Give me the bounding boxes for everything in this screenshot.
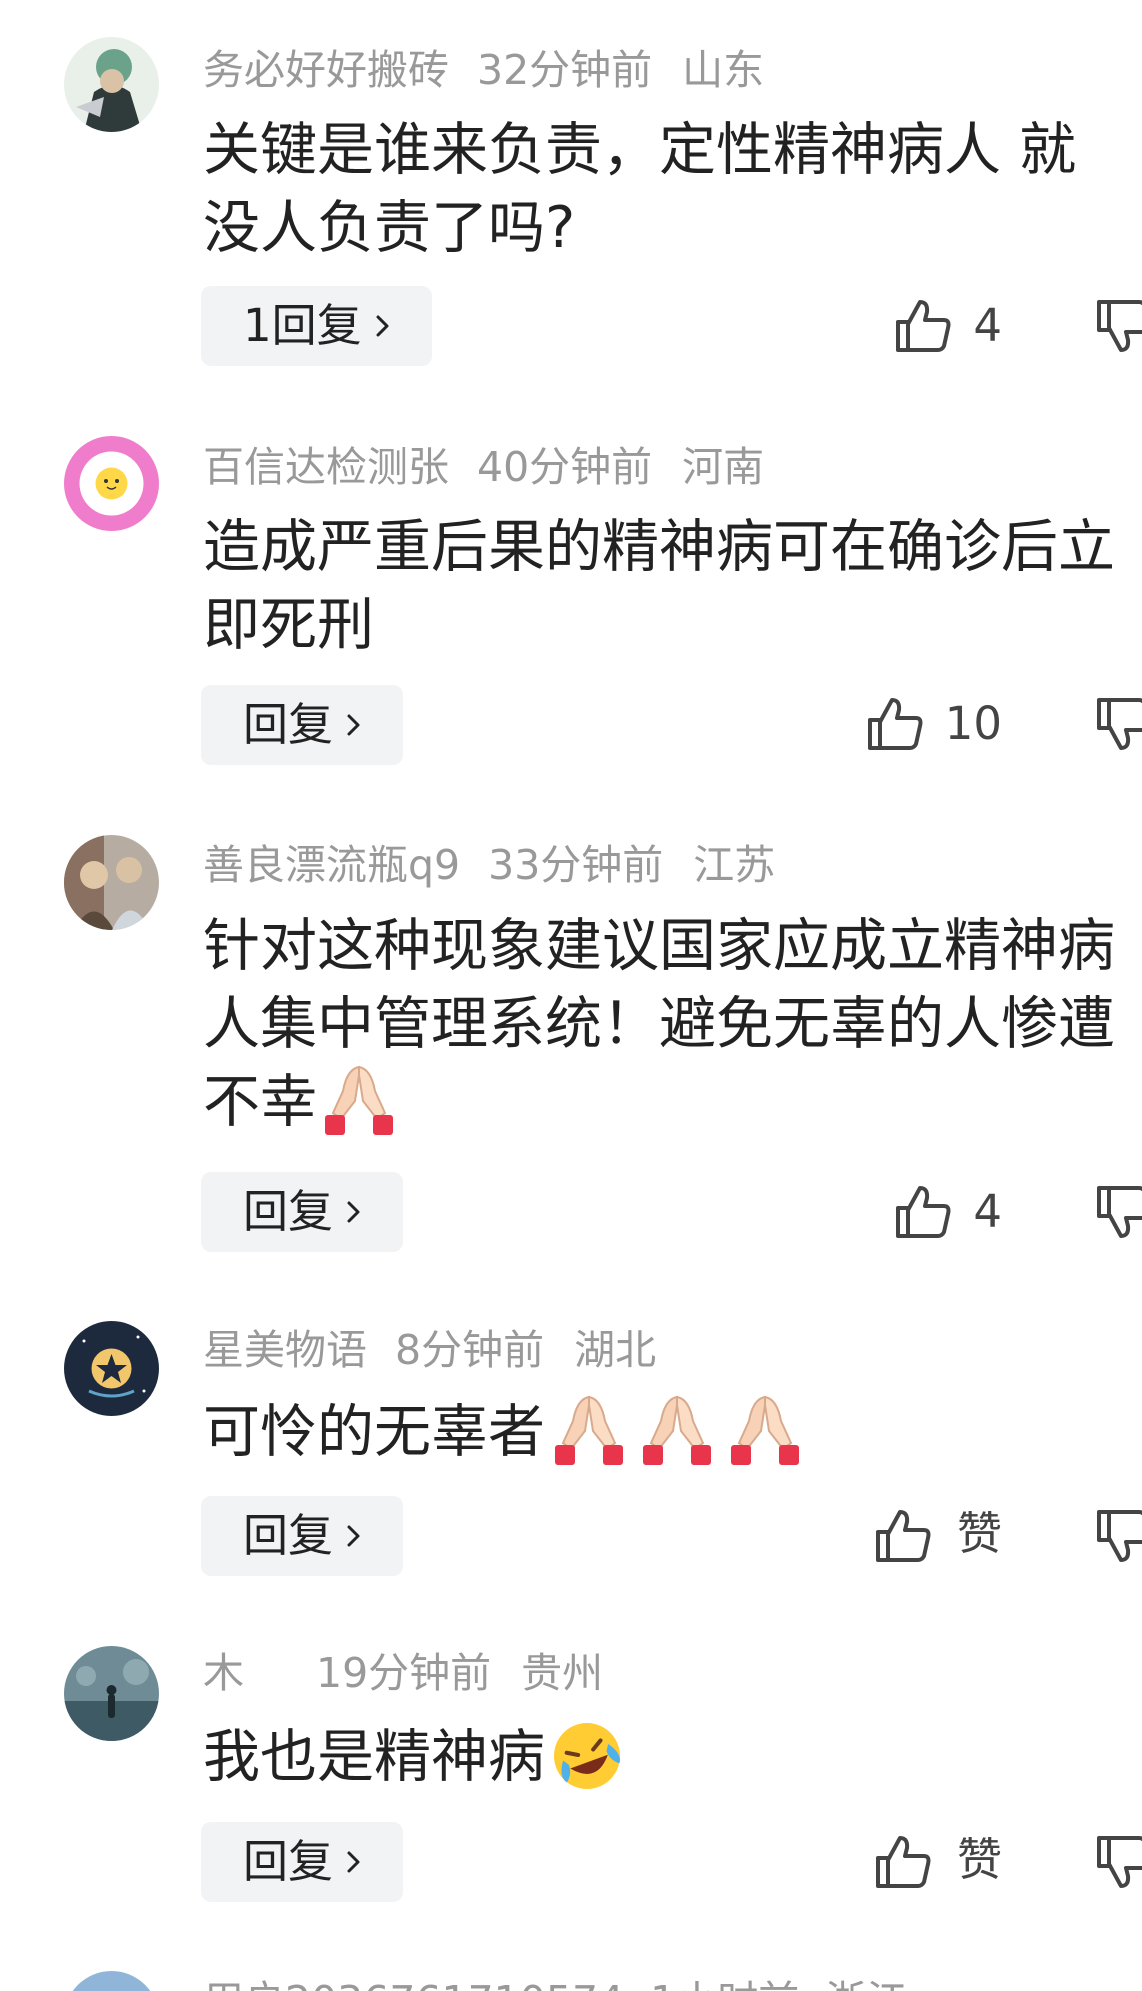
- reply-label: 回复: [243, 1185, 334, 1238]
- comment-text: 关键是谁来负责，定性精神病人 就 没人负责了吗?: [203, 111, 1142, 267]
- thumbs-down-icon[interactable]: [1095, 1508, 1142, 1566]
- timestamp: 8分钟前: [395, 1326, 545, 1374]
- like-count: 10: [944, 697, 1002, 750]
- comment-text: 造成严重后果的精神病可在确诊后立 即死刑: [203, 508, 1142, 664]
- username[interactable]: 木: [203, 1643, 244, 1703]
- reply-button[interactable]: 回复: [201, 1172, 404, 1252]
- username[interactable]: 百信达检测张: [203, 437, 449, 497]
- thumbs-down-icon[interactable]: [1095, 298, 1142, 356]
- comment-text: 针对这种现象建议国家应成立精神病 人集中管理系统！避免无辜的人惨遭 不幸: [203, 907, 1142, 1141]
- rolling-laughing-emoji: [554, 1723, 620, 1790]
- folded-hands-emoji: [643, 1396, 711, 1466]
- timestamp: 40分钟前: [477, 443, 653, 491]
- comment-text-line: 针对这种现象建议国家应成立精神病: [203, 913, 1115, 979]
- like-count: 赞: [956, 1507, 1002, 1560]
- thumbs-down-icon[interactable]: [1095, 1834, 1142, 1892]
- avatar[interactable]: [64, 1971, 159, 1991]
- like-count: 4: [973, 1185, 1002, 1238]
- like-count: 赞: [956, 1833, 1002, 1886]
- timestamp: 19分钟前: [316, 1649, 492, 1697]
- folded-hands-emoji: [555, 1396, 623, 1466]
- location: 山东: [682, 46, 765, 94]
- comment-text-line: 人集中管理系统！避免无辜的人惨遭: [203, 991, 1115, 1057]
- folded-hands-emoji: [731, 1396, 799, 1466]
- location: 河南: [682, 443, 765, 491]
- reply-label: 1回复: [243, 299, 362, 352]
- reply-label: 回复: [243, 1509, 334, 1562]
- comment-text-line: 即死刑: [203, 592, 374, 658]
- location: 湖北: [574, 1326, 657, 1374]
- comment-text-line: 造成严重后果的精神病可在确诊后立: [203, 514, 1115, 580]
- username[interactable]: 善良漂流瓶q9: [203, 835, 460, 895]
- chevron-right-icon: [376, 315, 389, 337]
- comment-meta: 用户2036761710574 1小时前 浙江: [203, 1971, 907, 1991]
- username[interactable]: 务必好好搬砖: [203, 40, 449, 100]
- username[interactable]: 星美物语: [203, 1320, 367, 1380]
- comment-text: 可怜的无辜者: [203, 1393, 1142, 1471]
- timestamp: 33分钟前: [488, 841, 664, 889]
- comment-meta: 星美物语 8分钟前 湖北: [203, 1320, 656, 1380]
- chevron-right-icon: [347, 1201, 360, 1223]
- folded-hands-emoji: [325, 1066, 393, 1136]
- comment-meta: 善良漂流瓶q9 33分钟前 江苏: [203, 835, 775, 895]
- comment-text-fragment: 可怜的无辜者: [203, 1399, 545, 1465]
- chevron-right-icon: [347, 1851, 360, 1873]
- comment-text-fragment: 我也是精神病: [203, 1724, 545, 1790]
- thumbs-up-icon[interactable]: [874, 1832, 932, 1890]
- comment-text-line: 不幸: [203, 1063, 1142, 1141]
- comment-text-fragment: 不幸: [203, 1069, 317, 1135]
- comment-meta: 木 19分钟前 贵州: [203, 1643, 603, 1703]
- comment-meta: 务必好好搬砖 32分钟前 山东: [203, 40, 764, 100]
- comment-meta: 百信达检测张 40分钟前 河南: [203, 437, 764, 497]
- thumbs-up-icon[interactable]: [866, 694, 924, 752]
- avatar[interactable]: [64, 835, 159, 930]
- reply-label: 回复: [243, 698, 334, 751]
- reply-button[interactable]: 回复: [201, 685, 404, 765]
- reply-label: 回复: [243, 1835, 334, 1888]
- thumbs-up-icon[interactable]: [894, 1182, 952, 1240]
- avatar[interactable]: [64, 1646, 159, 1741]
- reply-button[interactable]: 回复: [201, 1496, 404, 1576]
- reply-button[interactable]: 回复: [201, 1822, 404, 1902]
- location: 江苏: [693, 841, 776, 889]
- chevron-right-icon: [347, 1525, 360, 1547]
- avatar[interactable]: [64, 436, 159, 531]
- chevron-right-icon: [347, 714, 360, 736]
- timestamp: 32分钟前: [477, 46, 653, 94]
- partial-comment: 用户2036761710574 1小时前 浙江: [0, 1965, 1142, 1991]
- thumbs-down-icon[interactable]: [1095, 1184, 1142, 1242]
- comment-text-line: 可怜的无辜者: [203, 1393, 1142, 1471]
- comment-text-line: 关键是谁来负责，定性精神病人 就: [203, 117, 1077, 183]
- like-count: 4: [973, 299, 1002, 352]
- comment-text-line: 没人负责了吗?: [203, 195, 576, 261]
- reply-button[interactable]: 1回复: [201, 286, 432, 366]
- location: 贵州: [521, 1649, 604, 1697]
- avatar[interactable]: [64, 37, 159, 132]
- comment-text: 我也是精神病: [203, 1718, 1142, 1796]
- thumbs-up-icon[interactable]: [894, 296, 952, 354]
- thumbs-down-icon[interactable]: [1095, 696, 1142, 754]
- thumbs-up-icon[interactable]: [874, 1506, 932, 1564]
- comment-text-line: 我也是精神病: [203, 1718, 1142, 1796]
- avatar[interactable]: [64, 1321, 159, 1416]
